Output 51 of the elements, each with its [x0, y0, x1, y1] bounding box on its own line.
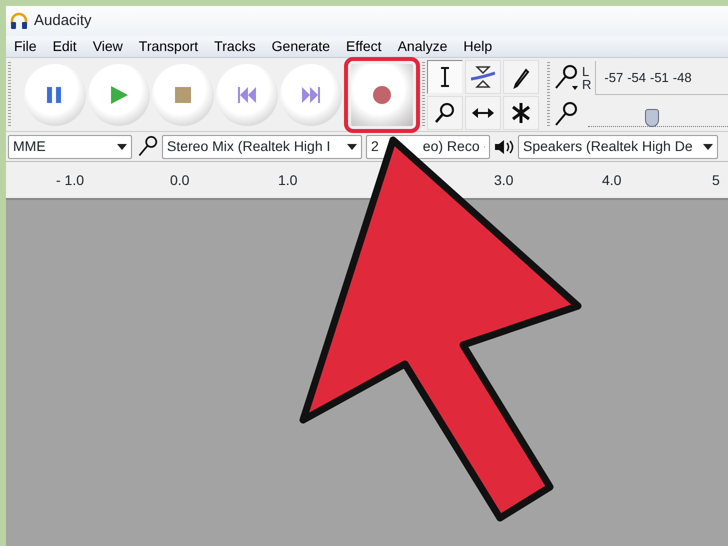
- skip-to-start-icon: [237, 84, 257, 104]
- asterisk-icon: [509, 100, 533, 124]
- ruler-label: - 1.0: [56, 171, 84, 190]
- microphone-icon: [136, 134, 158, 158]
- menu-item[interactable]: Edit: [44, 36, 85, 57]
- menu-item[interactable]: Help: [455, 36, 500, 57]
- dropdown-value: Stereo Mix (Realtek High I: [167, 137, 330, 156]
- headphones-icon: [10, 12, 28, 30]
- ruler-label: 4.0: [602, 171, 622, 190]
- meter-tick-label: -57: [604, 70, 624, 84]
- slider-thumb[interactable]: [644, 108, 659, 126]
- dropdown-value: MME: [13, 137, 46, 156]
- envelope-icon: [471, 64, 495, 88]
- ruler-label: 5: [712, 171, 720, 190]
- speaker-icon: [494, 138, 514, 156]
- ruler-label: 0.0: [170, 171, 190, 190]
- meter-tick-label: -48: [672, 70, 692, 84]
- dropdown-value-fragment: eo) Reco: [422, 137, 480, 156]
- record-button[interactable]: [351, 64, 413, 126]
- dropdown-value-fragment: 2: [371, 137, 379, 156]
- input-device-dropdown[interactable]: Stereo Mix (Realtek High I: [162, 134, 362, 158]
- timeshift-tool-button[interactable]: [465, 96, 501, 130]
- skip-to-end-icon: [301, 84, 321, 104]
- output-device-dropdown[interactable]: Speakers (Realtek High De: [518, 134, 718, 158]
- menu-item[interactable]: File: [6, 36, 45, 57]
- cursor-icon: [439, 66, 451, 86]
- window-title: Audacity: [34, 10, 92, 31]
- multi-tool-button[interactable]: [503, 96, 539, 130]
- menu-item[interactable]: View: [84, 36, 131, 57]
- double-arrow-icon: [472, 108, 494, 118]
- menu-item[interactable]: Analyze: [390, 36, 456, 57]
- menu-item[interactable]: Tracks: [206, 36, 264, 57]
- zoom-tool-button[interactable]: [427, 96, 463, 130]
- draw-tool-button[interactable]: [503, 60, 539, 94]
- record-icon: [372, 84, 392, 104]
- host-dropdown[interactable]: MME: [8, 134, 132, 158]
- meter-tick-label: -51: [650, 70, 669, 84]
- stop-icon: [173, 84, 193, 104]
- magnifier-icon: [433, 100, 457, 124]
- meter-channel-label: R: [582, 78, 592, 90]
- select-tool-button[interactable]: [427, 60, 463, 94]
- play-icon: [109, 84, 129, 104]
- ruler-label: 1.0: [278, 171, 298, 190]
- menu-item[interactable]: Effect: [338, 36, 390, 57]
- dropdown-value: Speakers (Realtek High De: [523, 137, 693, 156]
- meter-channel-label: L: [582, 64, 590, 78]
- meter-tick-label: -54: [627, 70, 646, 84]
- envelope-tool-button[interactable]: [465, 60, 501, 94]
- menu-item[interactable]: Generate: [264, 36, 338, 57]
- ruler-label: 3.0: [494, 171, 514, 190]
- menu-item[interactable]: Transport: [130, 36, 206, 57]
